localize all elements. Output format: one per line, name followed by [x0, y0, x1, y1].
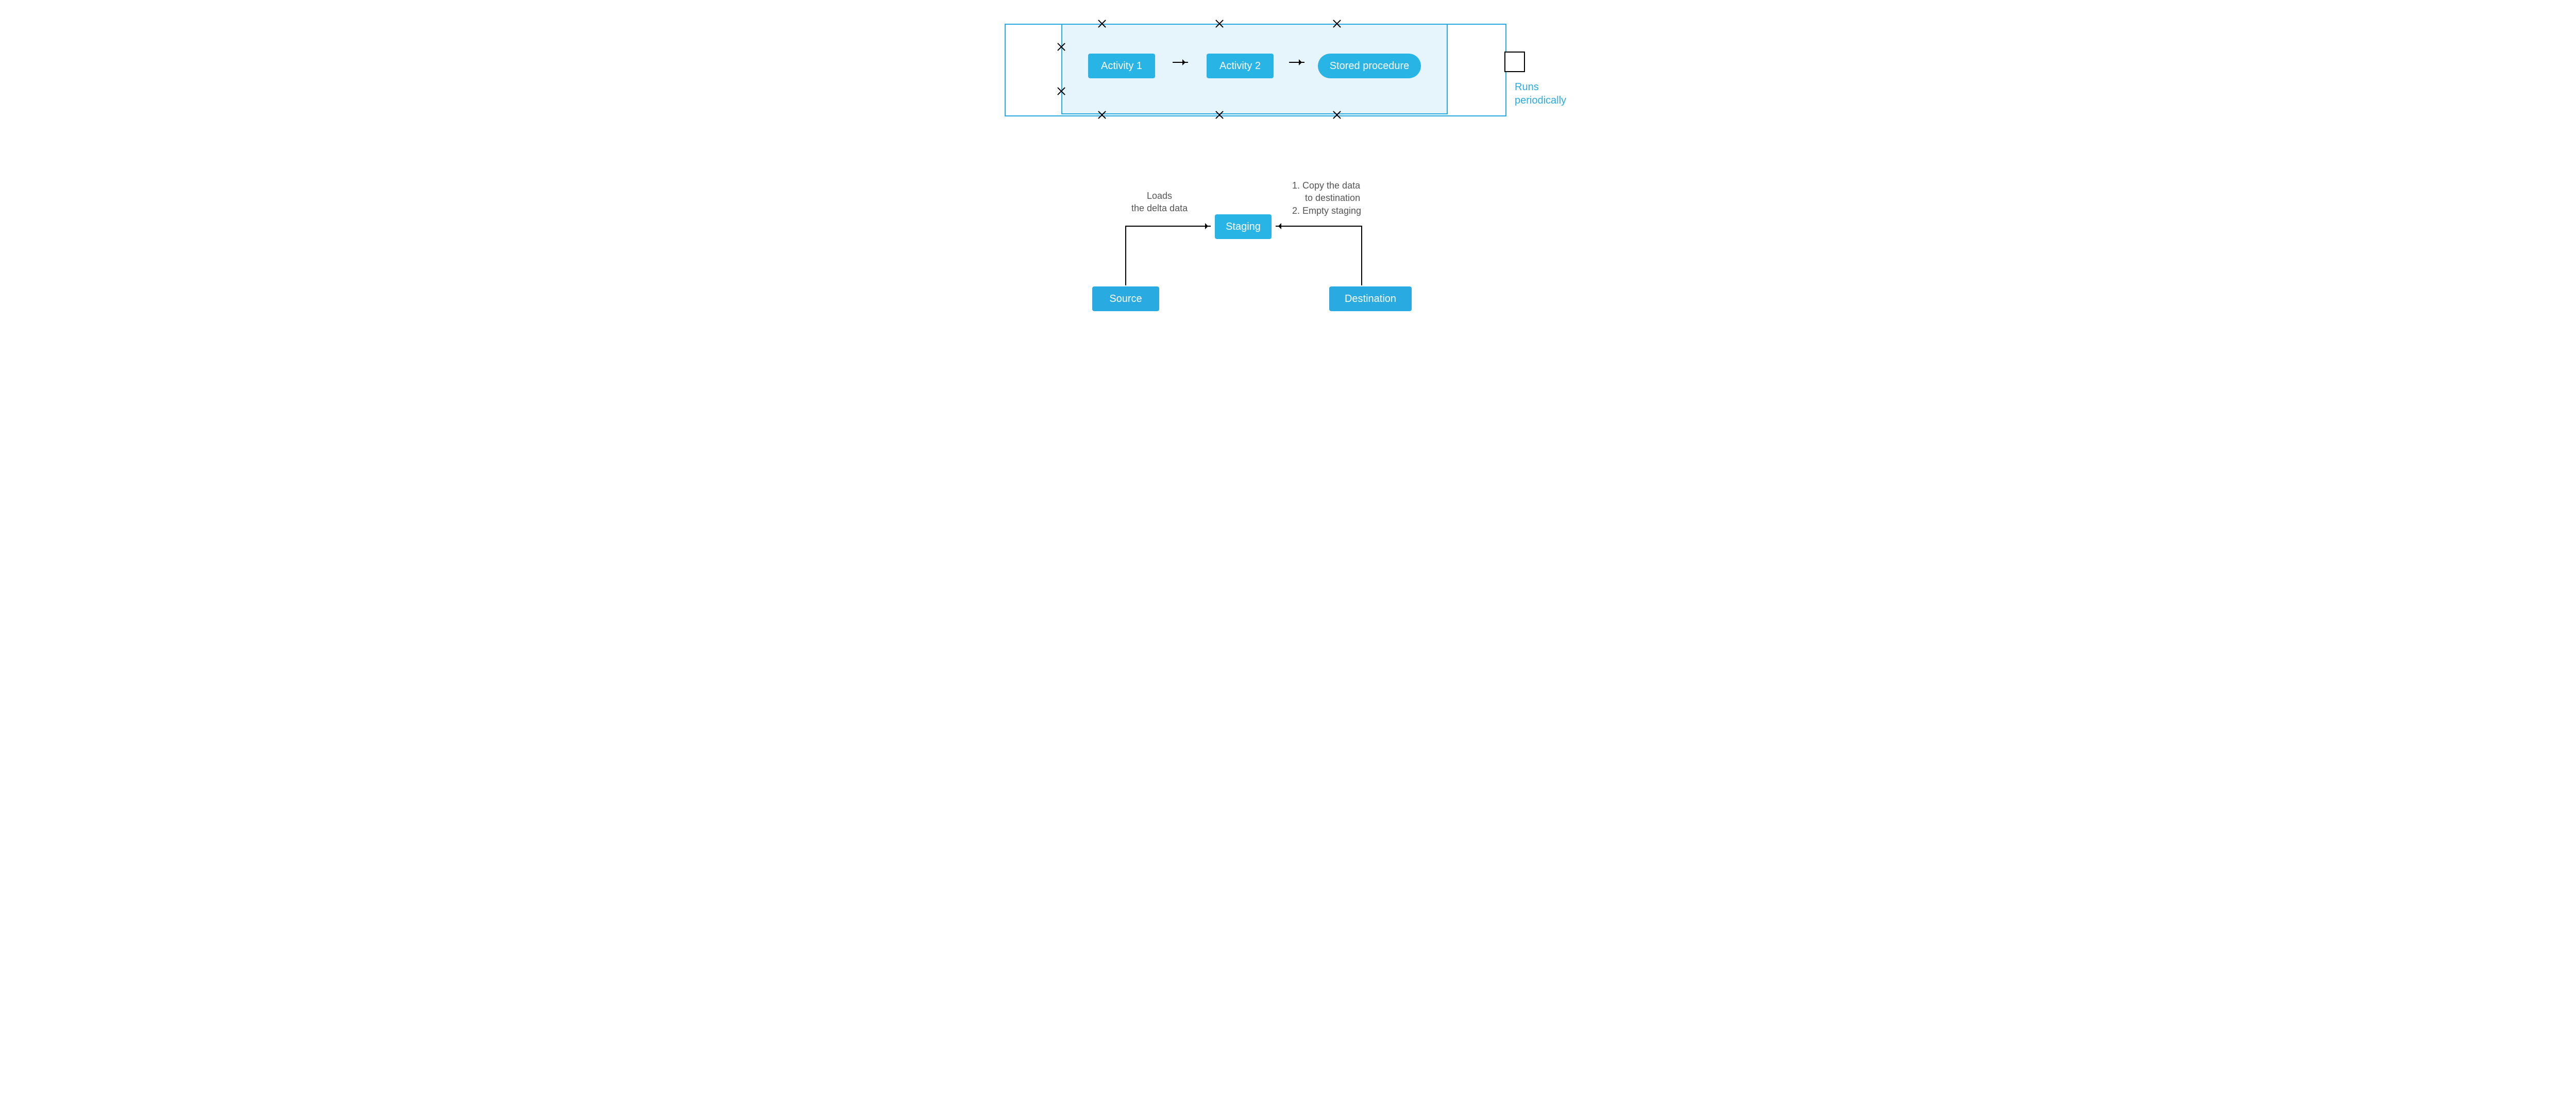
selection-handle-icon	[1215, 110, 1224, 120]
selection-handle-icon	[1097, 110, 1107, 120]
runs-periodically-label: Runsperiodically	[1515, 80, 1566, 107]
destination-node: Destination	[1329, 286, 1412, 311]
selection-handle-icon	[1215, 19, 1224, 28]
loads-delta-caption: Loadsthe delta data	[1131, 190, 1188, 215]
step-1-line-cont: to destination	[1292, 192, 1361, 204]
source-node: Source	[1092, 286, 1159, 311]
arrow-right-icon	[1289, 62, 1304, 63]
step-1-line: 1. Copy the data	[1292, 179, 1361, 192]
selection-handle-icon	[1057, 87, 1066, 96]
stored-procedure-node: Stored procedure	[1318, 54, 1421, 78]
pipeline-output-port-icon	[1504, 52, 1525, 72]
selection-handle-icon	[1097, 19, 1107, 28]
selection-handle-icon	[1332, 19, 1342, 28]
step-2-line: 2. Empty staging	[1292, 205, 1361, 217]
activity-1-node: Activity 1	[1088, 54, 1155, 78]
staging-node: Staging	[1215, 214, 1272, 239]
diagram-canvas: Runsperiodically Activity 1 Activity 2 S…	[845, 0, 1731, 373]
arrow-segment	[1361, 226, 1362, 285]
arrow-head-left-icon	[1276, 226, 1361, 227]
selection-handle-icon	[1332, 110, 1342, 120]
activity-2-node: Activity 2	[1207, 54, 1274, 78]
arrow-head-right-icon	[1125, 226, 1211, 227]
selection-handle-icon	[1057, 42, 1066, 52]
procedure-steps-caption: 1. Copy the data to destination 2. Empty…	[1292, 179, 1361, 217]
arrow-segment	[1125, 226, 1126, 285]
arrow-right-icon	[1173, 62, 1188, 63]
